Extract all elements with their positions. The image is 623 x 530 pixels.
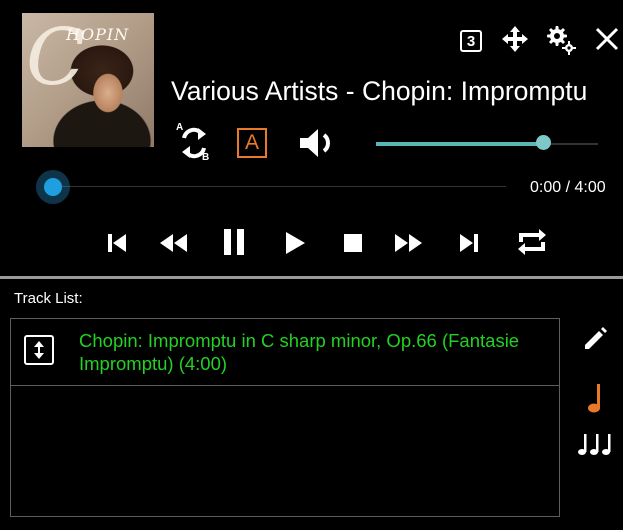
repeat-button[interactable] bbox=[512, 222, 552, 262]
volume-fill bbox=[376, 142, 543, 146]
multi-note-icon bbox=[578, 434, 611, 455]
fast-forward-icon bbox=[395, 234, 422, 252]
seek-thumb[interactable] bbox=[36, 170, 70, 204]
pause-button[interactable] bbox=[216, 224, 252, 260]
album-art-text: HOPIN bbox=[66, 25, 130, 44]
next-button[interactable] bbox=[452, 226, 486, 260]
track-title: Various Artists - Chopin: Impromptu bbox=[171, 76, 588, 106]
next-icon bbox=[460, 234, 478, 252]
album-art: C HOPIN bbox=[22, 13, 154, 147]
fast-forward-button[interactable] bbox=[392, 226, 426, 260]
move-button[interactable] bbox=[500, 24, 530, 54]
settings-icon bbox=[547, 26, 576, 55]
close-icon bbox=[595, 27, 619, 51]
widget-3-icon: 3 bbox=[460, 30, 482, 52]
move-icon bbox=[502, 26, 528, 52]
settings-button[interactable] bbox=[545, 24, 577, 56]
play-button[interactable] bbox=[278, 226, 312, 260]
track-row[interactable]: Chopin: Impromptu in C sharp minor, Op.6… bbox=[11, 319, 559, 386]
mode-icon: A bbox=[237, 128, 267, 158]
stop-icon bbox=[344, 234, 362, 252]
player-panel: C HOPIN 3 Various Artists - Chopin: Impr… bbox=[0, 0, 623, 278]
previous-icon bbox=[108, 234, 126, 252]
rewind-icon bbox=[160, 234, 187, 252]
ab-label-b: B bbox=[202, 152, 210, 163]
rewind-button[interactable] bbox=[156, 226, 190, 260]
track-list: Chopin: Impromptu in C sharp minor, Op.6… bbox=[10, 318, 560, 517]
track-title-text: Chopin: Impromptu in C sharp minor, Op.6… bbox=[79, 330, 520, 374]
single-note-icon bbox=[588, 384, 600, 413]
tracklist-label: Track List: bbox=[14, 290, 83, 307]
pause-icon bbox=[224, 229, 244, 255]
play-icon bbox=[286, 232, 305, 254]
single-note-button[interactable] bbox=[580, 380, 610, 416]
ab-label-a: A bbox=[176, 122, 184, 133]
widget-button[interactable]: 3 bbox=[456, 26, 486, 56]
volume-thumb[interactable] bbox=[535, 135, 551, 150]
ab-repeat-button[interactable]: A B bbox=[174, 122, 214, 166]
stop-button[interactable] bbox=[336, 226, 370, 260]
drag-handle-icon[interactable] bbox=[24, 335, 54, 365]
close-button[interactable] bbox=[592, 24, 622, 54]
time-display: 0:00 / 4:00 bbox=[530, 179, 606, 196]
speaker-icon bbox=[300, 129, 330, 157]
seek-track[interactable] bbox=[56, 186, 506, 187]
edit-icon bbox=[585, 327, 607, 349]
volume-button[interactable] bbox=[297, 126, 341, 160]
mode-button[interactable]: A bbox=[235, 126, 269, 160]
previous-button[interactable] bbox=[100, 226, 134, 260]
updown-arrows-icon bbox=[34, 341, 44, 359]
multi-note-button[interactable] bbox=[576, 430, 616, 460]
panel-divider bbox=[0, 276, 623, 279]
edit-button[interactable] bbox=[578, 322, 612, 356]
repeat-icon bbox=[518, 229, 546, 255]
